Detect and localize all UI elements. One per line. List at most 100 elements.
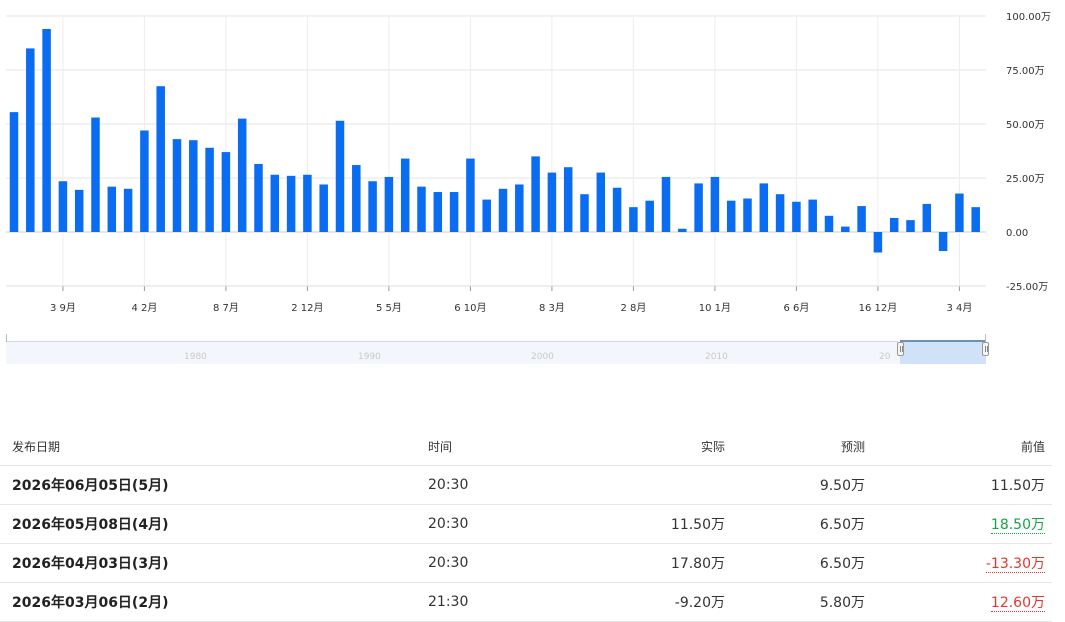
bar (938, 232, 948, 252)
cell-actual: 11.50万 (585, 504, 732, 544)
navigator-year-label: 1980 (184, 352, 207, 362)
x-tick-label: 8 7月 (213, 302, 239, 314)
bar (74, 189, 84, 232)
bar (922, 203, 932, 232)
bar (645, 200, 654, 232)
navigator-series-line (6, 341, 898, 342)
bar (417, 186, 426, 232)
table-row: 2026年04月03日(3月) 20:30 17.80万 6.50万 -13.3… (0, 543, 1052, 583)
bar (515, 184, 524, 232)
bar (26, 48, 35, 233)
bar (237, 118, 247, 232)
table-header-row: 发布日期 时间 实际 预测 前值 (0, 427, 1052, 466)
header-time: 时间 (416, 427, 585, 466)
bar (580, 194, 589, 232)
x-tick-label: 8 3月 (539, 302, 565, 314)
bar (352, 165, 361, 232)
table-row: 2026年03月06日(2月) 21:30 -9.20万 5.80万 12.60… (0, 582, 1052, 622)
navigator-left-handle[interactable] (897, 342, 904, 356)
x-tick-label: 2 8月 (620, 302, 646, 314)
x-tick-label: 2 12月 (291, 302, 323, 314)
cell-forecast: 9.50万 (732, 465, 872, 505)
cell-forecast: 6.50万 (732, 543, 872, 583)
bar (140, 130, 149, 232)
bar (629, 207, 638, 232)
bar (221, 152, 231, 232)
cell-date: 2026年06月05日(5月) (0, 465, 416, 505)
bar (123, 188, 133, 232)
header-actual: 实际 (585, 427, 732, 466)
bar (107, 186, 117, 232)
bar (9, 112, 19, 232)
header-previous: 前值 (872, 427, 1052, 466)
bar (172, 139, 182, 232)
bar (433, 192, 443, 232)
bar (792, 201, 801, 232)
cell-time: 20:30 (416, 504, 585, 544)
bar-chart: -25.00万 0.00 25.00万 50.00万 75.00万 100.00万 3 9月… (6, 12, 1051, 314)
x-tick-label: 6 10月 (454, 302, 486, 314)
bar (156, 86, 165, 232)
y-tick-label: 100.00万 (1006, 12, 1051, 23)
cell-actual (585, 465, 732, 505)
bar (971, 207, 980, 232)
bar (906, 220, 915, 232)
bar (824, 215, 834, 232)
table-row: 2026年06月05日(5月) 20:30 9.50万 11.50万 (0, 465, 1052, 505)
x-tick-label: 5 5月 (376, 302, 402, 314)
y-tick-label: 75.00万 (1006, 66, 1045, 77)
bar (400, 158, 410, 232)
bar (270, 174, 280, 232)
bar (743, 198, 752, 232)
bar (612, 187, 622, 232)
x-tick-label: 3 9月 (50, 302, 76, 314)
y-tick-label: -25.00万 (1006, 282, 1048, 293)
x-tick-label: 3 4月 (946, 302, 972, 314)
bar (58, 181, 68, 232)
navigator-year-label: 1990 (358, 352, 381, 362)
bar (955, 193, 964, 232)
range-navigator[interactable]: 1980 1990 2000 2010 20 (6, 334, 989, 364)
bar (547, 172, 557, 232)
cell-actual: -9.20万 (585, 582, 732, 622)
table-row: 2026年05月08日(4月) 20:30 11.50万 6.50万 18.50… (0, 504, 1052, 544)
bar (42, 28, 51, 233)
bar (889, 217, 899, 232)
bar (710, 176, 720, 232)
navigator-year-label: 20 (879, 352, 891, 362)
x-tick-label: 4 2月 (131, 302, 157, 314)
bar (254, 163, 263, 232)
y-tick-label: 25.00万 (1006, 174, 1045, 185)
x-tick-label: 10 1月 (699, 302, 731, 314)
cell-previous-revised[interactable]: 12.60万 (990, 595, 1045, 612)
bar (482, 199, 491, 232)
cell-previous-revised[interactable]: -13.30万 (985, 556, 1045, 573)
x-tick-label: 16 12月 (859, 302, 898, 314)
cell-time: 21:30 (416, 582, 585, 622)
y-tick-label: 0.00 (1006, 228, 1028, 239)
cell-date: 2026年05月08日(4月) (0, 504, 416, 544)
bar (319, 184, 328, 232)
cell-previous: 11.50万 (872, 465, 1052, 505)
bar (466, 158, 475, 232)
navigator-year-label: 2000 (531, 352, 554, 362)
navigator-background (6, 342, 986, 364)
cell-previous-revised[interactable]: 18.50万 (990, 517, 1045, 534)
navigator-selected-range[interactable] (900, 340, 986, 364)
x-tick-label: 6 6月 (783, 302, 809, 314)
bar (384, 176, 394, 232)
bar (286, 175, 296, 232)
bar (841, 226, 850, 232)
bar (759, 183, 769, 232)
navigator-right-handle[interactable] (982, 342, 989, 356)
bar (531, 156, 540, 232)
cell-date: 2026年03月06日(2月) (0, 582, 416, 622)
cell-time: 20:30 (416, 465, 585, 505)
bar (857, 206, 866, 232)
bar (205, 147, 214, 232)
bar (678, 228, 687, 232)
navigator-right-edge (985, 334, 986, 342)
header-forecast: 预测 (732, 427, 872, 466)
bar (91, 117, 100, 232)
cell-date: 2026年04月03日(3月) (0, 543, 416, 583)
